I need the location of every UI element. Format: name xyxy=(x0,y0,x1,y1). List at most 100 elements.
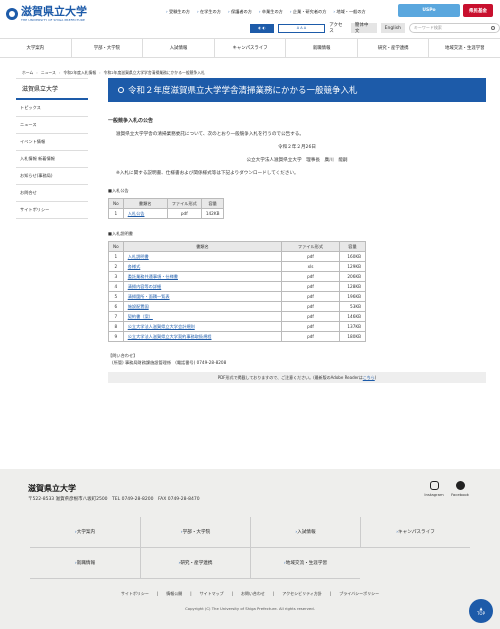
table-row: 1 入札公告 pdf 142KB xyxy=(108,208,225,219)
cell-no: 1 xyxy=(108,208,124,219)
copyright: Copyright (C) The University of Shiga Pr… xyxy=(185,606,315,611)
cell-format: pdf xyxy=(281,251,340,262)
access-link[interactable]: アクセス xyxy=(329,22,347,34)
doc-link[interactable]: 入札説明書 xyxy=(122,251,283,262)
cell-format: pdf xyxy=(281,301,340,312)
cell-no: 1 xyxy=(108,251,124,262)
site-logo[interactable]: 滋賀県立大学 THE UNIVERSITY OF SHIGA PREFECTUR… xyxy=(6,6,87,22)
cell-format: pdf xyxy=(166,208,202,219)
gnav-item[interactable]: 就職情報 xyxy=(285,39,357,57)
accessibility-icon[interactable]: ◐ ◐ xyxy=(250,23,274,33)
doc-link[interactable]: 公立大学法人滋賀県立大学会計規則 xyxy=(122,321,283,332)
footer-nav-item[interactable]: 就職情報 xyxy=(30,548,140,579)
table-announcement: No 書類名 ファイル形式 容量 1 入札公告 pdf 142KB xyxy=(108,198,225,219)
logo-jp: 滋賀県立大学 xyxy=(21,5,87,18)
sidebar: 滋賀県立大学 トピックス ニュース イベント情報 入札情報 新着情報 お知らせ(… xyxy=(16,78,88,219)
audience-link[interactable]: 企業・研究者の方 xyxy=(290,9,327,15)
gnav-item[interactable]: キャンパスライフ xyxy=(213,39,286,57)
footer-link[interactable]: サイトマップ xyxy=(200,591,224,597)
footer-link[interactable]: お問い合わせ xyxy=(241,591,265,597)
gnav-item[interactable]: 研究・産学連携 xyxy=(356,39,429,57)
sidebar-item[interactable]: ニュース xyxy=(16,117,88,134)
footer-nav-item[interactable]: 入試情報 xyxy=(250,517,360,548)
cell-format: pdf xyxy=(281,321,340,332)
audience-link[interactable]: 卒業生の方 xyxy=(259,9,283,15)
cell-size: 53KB xyxy=(339,301,366,312)
facebook-link[interactable]: Facebook xyxy=(448,481,472,497)
footer-link[interactable]: プライバシーポリシー xyxy=(339,591,379,597)
doc-link[interactable]: 清掃箇所・面積一覧表 xyxy=(122,291,283,302)
doc-link[interactable]: 施設配置図 xyxy=(122,301,283,312)
table-row: 8 公立大学法人滋賀県立大学会計規則 pdf 137KB xyxy=(108,321,366,332)
sidebar-item[interactable]: イベント情報 xyxy=(16,134,88,151)
contact-text: (所管) 事務局財務課施設管理係 (電話番号) 0749-28-8208 xyxy=(112,360,227,365)
doc-link[interactable]: 契約書（案） xyxy=(122,311,283,322)
sidebar-title: 滋賀県立大学 xyxy=(16,78,88,100)
search-placeholder: キーワード検索 xyxy=(413,25,442,30)
accessibility-tools-icon[interactable]: A A A xyxy=(277,23,326,33)
breadcrumb-item[interactable]: 令和2年度入札情報 xyxy=(63,70,96,76)
footer-nav-item[interactable]: 学部・大学院 xyxy=(140,517,250,548)
cell-size: 206KB xyxy=(339,271,366,282)
cell-no: 6 xyxy=(108,301,124,312)
cell-size: 129KB xyxy=(339,261,366,272)
footer-nav-item[interactable]: キャンパスライフ xyxy=(360,517,470,548)
table-header: No xyxy=(108,241,124,252)
table-row: 7 契約書（案） pdf 146KB xyxy=(108,311,366,322)
doc-link[interactable]: 清掃内容等の詳細 xyxy=(122,281,283,292)
cell-size: 196KB xyxy=(339,291,366,302)
table-row: 4 清掃内容等の詳細 pdf 128KB xyxy=(108,281,366,292)
audience-link[interactable]: 受験生の方 xyxy=(166,9,190,15)
sidebar-item[interactable]: サイトポリシー xyxy=(16,202,88,219)
site-footer: 滋賀県立大学 〒522-8533 滋賀県彦根市八坂町2500 TEL 0749-… xyxy=(0,469,500,629)
breadcrumb-current: 令和2年度滋賀県立大学学舎清掃業務にかかる一般競争入札 xyxy=(103,70,205,75)
cell-size: 142KB xyxy=(200,208,225,219)
sidebar-item[interactable]: トピックス xyxy=(16,100,88,117)
footer-link[interactable]: アクセシビリティ方針 xyxy=(282,591,322,597)
gnav-item[interactable]: 入試情報 xyxy=(142,39,214,57)
logo-emblem-icon xyxy=(6,8,18,20)
footer-links: サイトポリシー | 情報公開 | サイトマップ | お問い合わせ | アクセシビリティ方… xyxy=(120,591,380,597)
audience-link[interactable]: 地域・一般の方 xyxy=(333,9,365,15)
footer-link[interactable]: サイトポリシー xyxy=(121,591,149,597)
back-to-top-button[interactable]: ▲ TOP xyxy=(469,599,493,623)
search-icon[interactable] xyxy=(491,26,496,30)
table-header: No xyxy=(108,198,124,209)
footer-link[interactable]: 情報公開 xyxy=(166,591,182,597)
table-row: 9 公立大学法人滋賀県立大学契約事務取扱規程 pdf 180KB xyxy=(108,331,366,342)
body-text: 滋賀県立大学学舎の清掃業務委託について、次のとおり一般競争入札を行うので公告する… xyxy=(116,132,304,137)
audience-link[interactable]: 保護者の方 xyxy=(228,9,252,15)
table-header: ファイル形式 xyxy=(166,198,202,209)
table-row: 2 各様式 xls 129KB xyxy=(108,261,366,272)
cell-no: 7 xyxy=(108,311,124,322)
footer-nav-item[interactable]: 大学案内 xyxy=(30,517,140,548)
breadcrumb-item[interactable]: ニュース xyxy=(41,70,56,76)
signer: 公立大学法人滋賀県立大学 理事長 廣川 能嗣 xyxy=(246,158,348,163)
table-header: 容量 xyxy=(200,198,225,209)
doc-link[interactable]: 委託業務共通事項・仕様書 xyxy=(122,271,283,282)
usp-banner[interactable]: USPo xyxy=(398,4,460,17)
doc-link[interactable]: 入札公告 xyxy=(122,208,168,219)
fund-button[interactable]: 県民基金 xyxy=(463,4,493,17)
instagram-link[interactable]: Instagram xyxy=(422,481,446,497)
adobe-reader-link[interactable]: こちら xyxy=(363,375,375,381)
audience-link[interactable]: 在学生の方 xyxy=(197,9,221,15)
sidebar-item[interactable]: お問合せ xyxy=(16,185,88,202)
breadcrumb-item[interactable]: ホーム xyxy=(22,70,33,76)
doc-link[interactable]: 各様式 xyxy=(122,261,283,272)
doc-link[interactable]: 公立大学法人滋賀県立大学契約事務取扱規程 xyxy=(122,331,283,342)
section-heading: 一般競争入札の公告 xyxy=(108,118,154,124)
sidebar-item[interactable]: お知らせ(事務局) xyxy=(16,168,88,185)
logo-en: THE UNIVERSITY OF SHIGA PREFECTURE xyxy=(21,18,86,22)
lang-zh-button[interactable]: 簡体中文 xyxy=(350,23,377,34)
pdf-notice-tail: ) xyxy=(374,375,377,380)
lang-en-button[interactable]: English xyxy=(380,23,405,33)
footer-nav-item[interactable]: 地域交流・生涯学習 xyxy=(250,548,360,579)
cell-format: pdf xyxy=(281,271,340,282)
search-input[interactable]: キーワード検索 xyxy=(408,23,500,33)
gnav-item[interactable]: 学部・大学院 xyxy=(70,39,143,57)
footer-nav-item[interactable]: 研究・産学連携 xyxy=(140,548,250,579)
gnav-item[interactable]: 大学案内 xyxy=(0,39,71,57)
sidebar-item[interactable]: 入札情報 新着情報 xyxy=(16,151,88,168)
gnav-item[interactable]: 地域交流・生涯学習 xyxy=(428,39,500,57)
